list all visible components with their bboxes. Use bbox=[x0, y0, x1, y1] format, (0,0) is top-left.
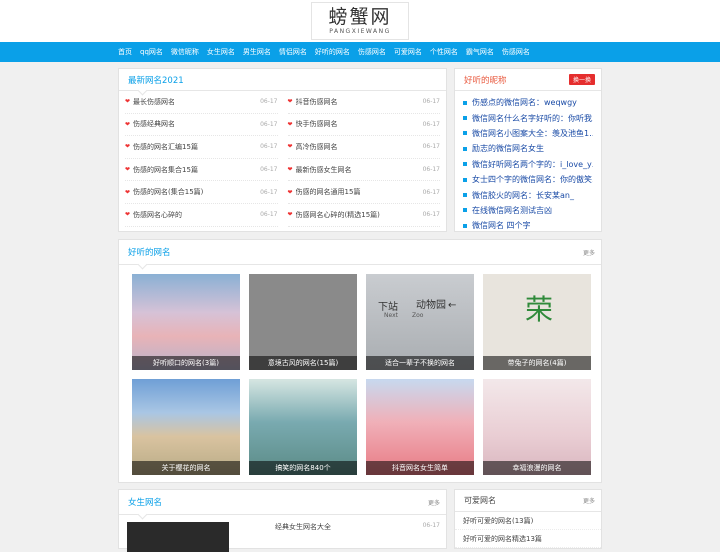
list-item[interactable]: 伤感点的微信网名：weqwgy bbox=[463, 95, 593, 110]
list-item[interactable]: 微信网名小图案大全：羡及池鱼1… bbox=[463, 126, 593, 141]
list-item[interactable]: ❤ 快手伤感网名 06-17 bbox=[287, 114, 440, 137]
heart-icon: ❤ bbox=[125, 143, 131, 151]
list-item[interactable]: ❤ 伤感的网名(集合15篇) 06-17 bbox=[125, 181, 278, 204]
more-link[interactable]: 更多 bbox=[428, 498, 440, 507]
nav-boys[interactable]: 男生网名 bbox=[243, 47, 271, 57]
heart-icon: ❤ bbox=[287, 143, 293, 151]
list-item[interactable]: ❤ 伤感的网名集合15篇 06-17 bbox=[125, 159, 278, 182]
nav-nice[interactable]: 好听的网名 bbox=[315, 47, 350, 57]
list-item[interactable]: 微信胶火的网名：长安某an_ bbox=[463, 187, 593, 202]
cute-title: 可爱网名 bbox=[464, 496, 496, 505]
more-link[interactable]: 更多 bbox=[583, 496, 595, 505]
logo-english: PANGXIEWANG bbox=[329, 28, 391, 35]
site-header: 螃蟹网 PANGXIEWANG bbox=[0, 0, 720, 42]
list-item[interactable]: 好听可爱的网名(13篇) bbox=[455, 512, 601, 530]
nav-couple[interactable]: 情侣网名 bbox=[279, 47, 307, 57]
heart-icon: ❤ bbox=[287, 120, 293, 128]
site-logo[interactable]: 螃蟹网 PANGXIEWANG bbox=[311, 2, 409, 40]
heart-icon: ❤ bbox=[125, 98, 131, 106]
pink-ribbon-photo[interactable]: 抖音网名女生简单 bbox=[366, 379, 474, 475]
nav-domineering[interactable]: 霸气网名 bbox=[466, 47, 494, 57]
heart-icon: ❤ bbox=[287, 188, 293, 196]
list-item[interactable]: 微信好听网名两个字的：i_love_y… bbox=[463, 157, 593, 172]
little-girl-photo[interactable]: 幸福浪漫的网名 bbox=[483, 379, 591, 475]
square-bullet-icon bbox=[463, 208, 467, 213]
square-bullet-icon bbox=[463, 116, 467, 121]
square-bullet-icon bbox=[463, 100, 467, 105]
nav-home[interactable]: 首页 bbox=[118, 47, 132, 57]
list-item[interactable]: ❤ 伤感的网名通用15篇 06-17 bbox=[287, 181, 440, 204]
doodle-character-photo[interactable]: 荣 带兔子的网名(4篇) bbox=[483, 274, 591, 370]
nav-cute[interactable]: 可爱网名 bbox=[394, 47, 422, 57]
heart-icon: ❤ bbox=[125, 188, 131, 196]
subway-sign-photo[interactable]: 下站 动物园 Next Zoo ← 适合一辈子不换的网名 bbox=[366, 274, 474, 370]
nav-girls[interactable]: 女生网名 bbox=[207, 47, 235, 57]
list-item[interactable]: ❤ 伤感经典网名 06-17 bbox=[125, 114, 278, 137]
nav-wechat[interactable]: 微信昵称 bbox=[171, 47, 199, 57]
list-item[interactable]: ❤ 抖音伤感网名 06-17 bbox=[287, 91, 440, 114]
list-item[interactable]: ❤ 最新伤感女生网名 06-17 bbox=[287, 159, 440, 182]
nav-qq[interactable]: qq网名 bbox=[140, 47, 163, 57]
list-item[interactable]: 女士四个字的微信网名：你的傲笑… bbox=[463, 172, 593, 187]
latest-title: 最新网名2021 bbox=[128, 75, 184, 86]
square-bullet-icon bbox=[463, 223, 467, 228]
list-item[interactable]: ❤ 高冷伤感网名 06-17 bbox=[287, 136, 440, 159]
gallery-panel: 好听的网名 更多 好听顺口的网名(3篇) 意境古风的网名(15篇) 下站 动物园… bbox=[118, 239, 602, 483]
square-bullet-icon bbox=[463, 193, 467, 198]
girl-in-field-photo[interactable]: 关于樱花的网名 bbox=[132, 379, 240, 475]
heart-icon: ❤ bbox=[125, 166, 131, 174]
more-link[interactable]: 更多 bbox=[583, 248, 595, 257]
latest-names-panel: 最新网名2021 ❤ 最长伤感网名 06-17 ❤ 伤感经典网名 06-17 ❤ 伤感的网… bbox=[118, 68, 447, 232]
pink-sunset-sky-photo[interactable]: 好听顺口的网名(3篇) bbox=[132, 274, 240, 370]
logo-chinese: 螃蟹网 bbox=[328, 6, 392, 28]
nicknames-panel: 好听的昵称 换一换 伤感点的微信网名：weqwgy 微信网名什么名字好听的：你听… bbox=[454, 68, 602, 232]
list-item[interactable]: ❤ 伤感网名心碎的 06-17 bbox=[125, 204, 278, 227]
square-bullet-icon bbox=[463, 146, 467, 151]
girl-photo[interactable] bbox=[127, 522, 229, 552]
list-item[interactable]: ❤ 最长伤感网名 06-17 bbox=[125, 91, 278, 114]
heart-icon: ❤ bbox=[287, 166, 293, 174]
square-bullet-icon bbox=[463, 162, 467, 167]
list-item[interactable]: 微信网名 四个字 bbox=[463, 218, 593, 233]
list-item[interactable]: 在线微信网名测试吉凶 bbox=[463, 203, 593, 218]
square-bullet-icon bbox=[463, 177, 467, 182]
heart-icon: ❤ bbox=[125, 120, 131, 128]
heart-icon: ❤ bbox=[287, 211, 293, 219]
main-nav: 首页 qq网名 微信昵称 女生网名 男生网名 情侣网名 好听的网名 伤感网名 可… bbox=[0, 42, 720, 62]
cute-names-panel: 可爱网名 更多 好听可爱的网名(13篇) 好听可爱的网名精选13篇 bbox=[454, 489, 602, 549]
list-item[interactable]: 好听可爱的网名精选13篇 bbox=[455, 530, 601, 548]
nicknames-title: 好听的昵称 bbox=[464, 75, 507, 86]
list-item[interactable]: 励志的微信网名女生 bbox=[463, 141, 593, 156]
gray-photo[interactable]: 意境古风的网名(15篇) bbox=[249, 274, 357, 370]
list-item[interactable]: 微信网名什么名字好听的：你听我… bbox=[463, 110, 593, 125]
square-bullet-icon bbox=[463, 131, 467, 136]
nav-sad-2[interactable]: 伤感网名 bbox=[502, 47, 530, 57]
city-river-photo[interactable]: 搞笑的网名840个 bbox=[249, 379, 357, 475]
arrow-left-icon: ← bbox=[448, 300, 457, 311]
heart-icon: ❤ bbox=[287, 98, 293, 106]
gallery-title: 好听的网名 bbox=[128, 248, 171, 258]
list-item[interactable]: ❤ 伤感网名心碎的(精选15篇) 06-17 bbox=[287, 204, 440, 227]
nav-sad[interactable]: 伤感网名 bbox=[358, 47, 386, 57]
list-item[interactable]: 经典女生网名大全 06-17 bbox=[229, 522, 440, 552]
girls-names-panel: 女生网名 更多 经典女生网名大全 06-17 bbox=[118, 489, 447, 552]
refresh-button[interactable]: 换一换 bbox=[568, 74, 595, 85]
nav-personal[interactable]: 个性网名 bbox=[430, 47, 458, 57]
girls-title: 女生网名 bbox=[128, 498, 163, 508]
list-item[interactable]: ❤ 伤感的网名汇编15篇 06-17 bbox=[125, 136, 278, 159]
heart-icon: ❤ bbox=[125, 211, 131, 219]
